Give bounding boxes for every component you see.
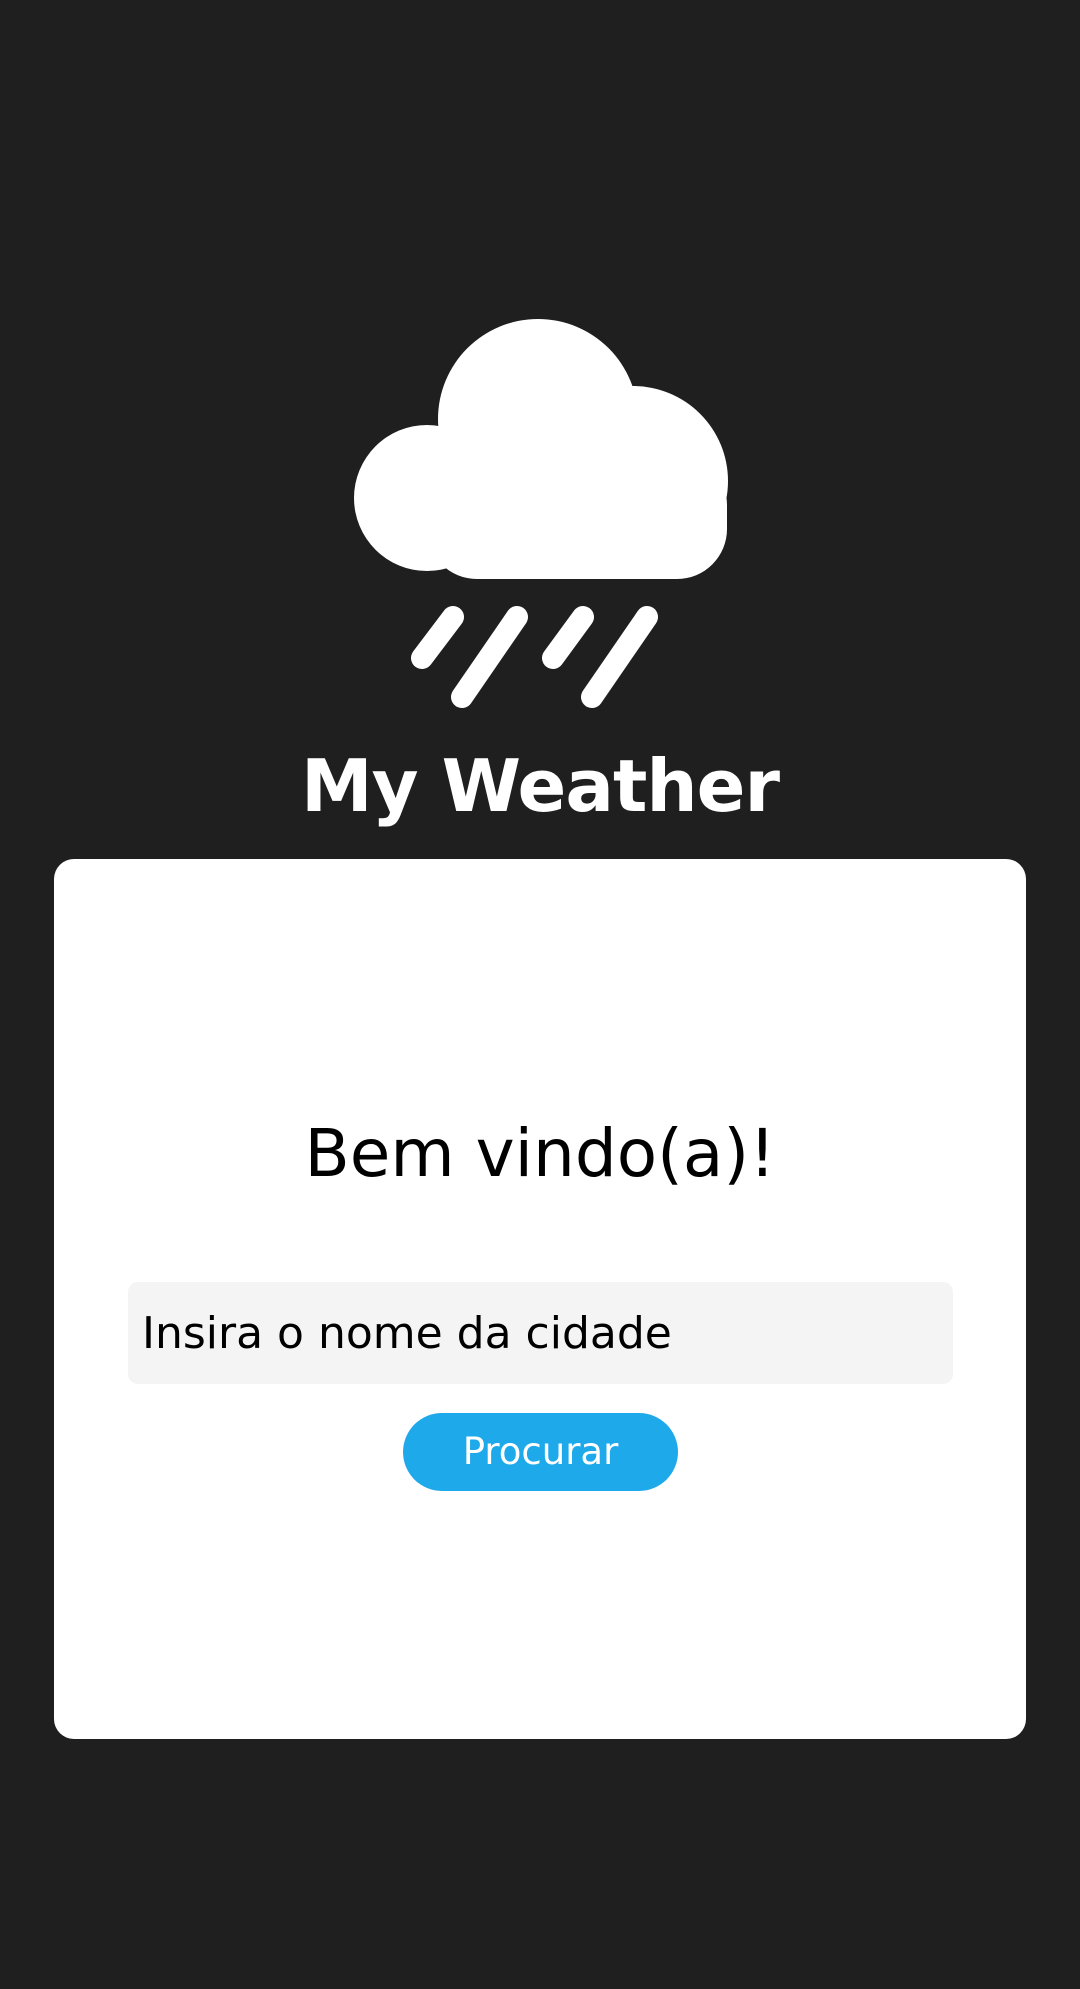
city-search-input[interactable]	[128, 1282, 953, 1384]
cloud-rain-icon	[354, 319, 728, 708]
welcome-heading: Bem vindo(a)!	[304, 1115, 776, 1192]
app-title: My Weather	[301, 744, 780, 828]
search-button[interactable]: Procurar	[403, 1413, 678, 1491]
search-card: Bem vindo(a)! Procurar	[54, 859, 1026, 1739]
app-screen: { "app": { "title": "My Weather", "logo_…	[0, 0, 1080, 1989]
